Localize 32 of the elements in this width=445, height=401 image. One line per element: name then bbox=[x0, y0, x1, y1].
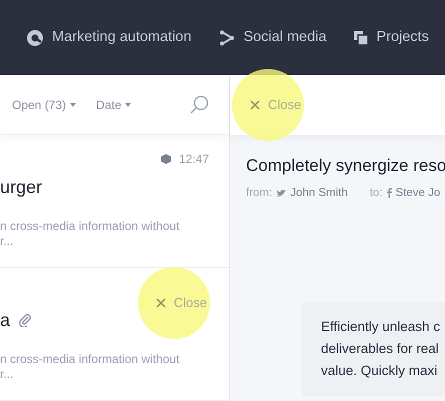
recipient-link[interactable]: Steve Jo bbox=[396, 184, 440, 202]
filter-dropdown[interactable]: Date bbox=[96, 96, 132, 114]
filter-dropdown[interactable]: Open (73) bbox=[12, 96, 76, 114]
message-body: Efficiently unleash c deliverables for real value. Quickly maxi bbox=[321, 318, 442, 380]
nav-link[interactable]: Social media bbox=[219, 26, 326, 48]
close-button[interactable]: Close bbox=[156, 293, 207, 313]
copy-icon bbox=[354, 30, 368, 44]
cube-icon bbox=[160, 154, 171, 164]
search-icon bbox=[189, 94, 209, 114]
close-icon bbox=[250, 100, 260, 110]
message-time: 12:47 bbox=[178, 151, 209, 168]
message-title: a bbox=[0, 311, 10, 329]
message-card[interactable]: Close a n cross-media information without r... bbox=[0, 268, 229, 401]
message-preview: n cross-media information without r... bbox=[0, 352, 180, 382]
message-preview: n cross-media information without r... bbox=[0, 219, 180, 249]
message-card[interactable]: 12:47 urger n cross-media information without r... bbox=[0, 135, 229, 268]
bird-icon bbox=[276, 188, 286, 198]
to-label: to: bbox=[370, 186, 383, 200]
from-label: from: bbox=[246, 186, 272, 200]
nav-link[interactable]: Marketing automation bbox=[26, 26, 192, 48]
letter-f-icon bbox=[386, 188, 392, 198]
search-button[interactable] bbox=[189, 94, 209, 114]
caret-icon bbox=[70, 102, 76, 106]
sender-link[interactable]: John Smith bbox=[290, 184, 348, 202]
share-icon bbox=[219, 30, 236, 46]
caret-icon bbox=[125, 102, 132, 106]
message-title: urger bbox=[0, 178, 42, 196]
paperclip-icon bbox=[18, 313, 32, 327]
close-button[interactable]: Close bbox=[250, 95, 302, 115]
nav-link[interactable]: Projects bbox=[354, 26, 429, 48]
gauge-icon bbox=[26, 28, 44, 46]
close-icon bbox=[156, 298, 166, 308]
